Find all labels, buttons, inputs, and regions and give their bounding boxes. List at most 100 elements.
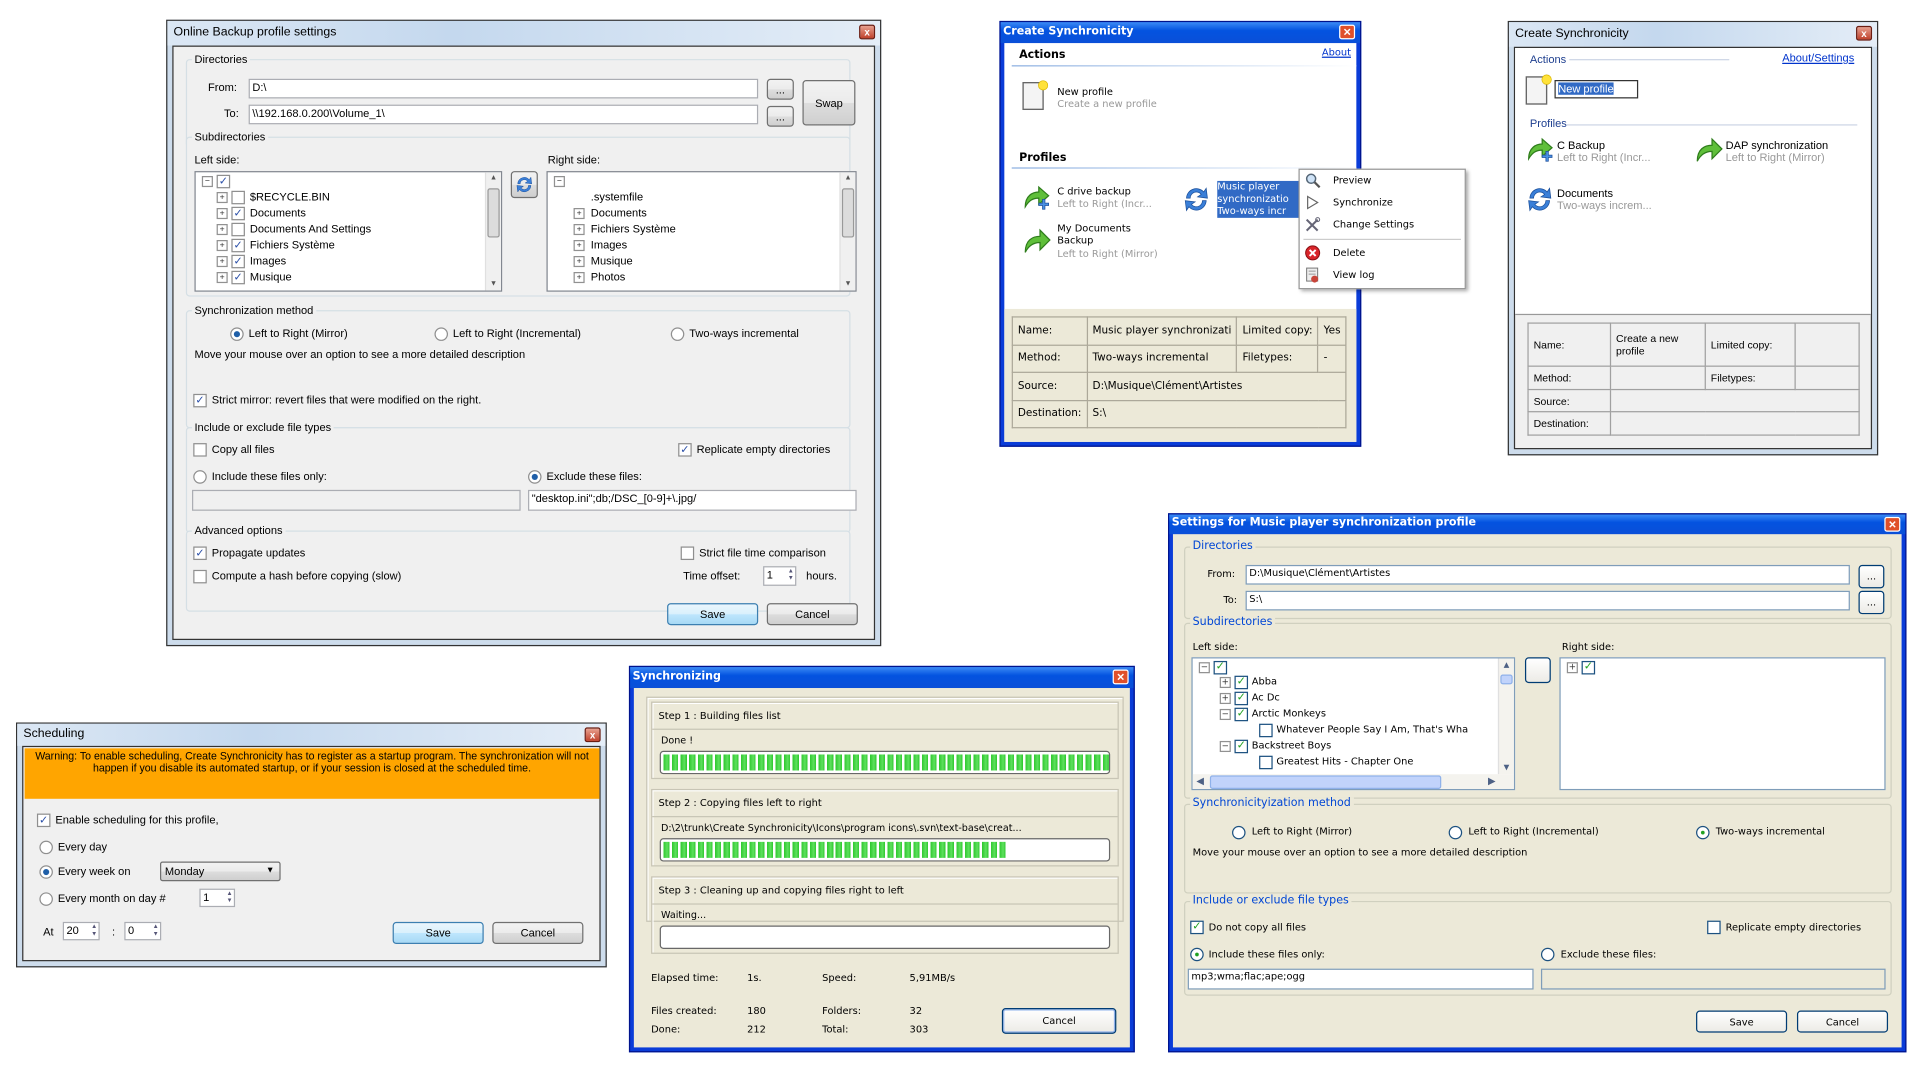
- exclude-radio[interactable]: [1540, 947, 1555, 962]
- hash-checkbox[interactable]: [193, 569, 207, 584]
- tree-item-label[interactable]: .systemfile: [591, 191, 643, 203]
- cancel-button[interactable]: Cancel: [492, 921, 584, 945]
- replicate-checkbox[interactable]: [1707, 920, 1721, 935]
- new-profile-item[interactable]: New profile Create a new profile: [1022, 80, 1268, 114]
- expand-icon[interactable]: +: [573, 240, 585, 252]
- expand-icon[interactable]: +: [573, 208, 585, 220]
- tree-item-label[interactable]: Documents: [591, 207, 647, 219]
- menu-item-delete[interactable]: Delete: [1300, 244, 1465, 264]
- expand-icon[interactable]: +: [573, 224, 585, 236]
- do-not-copy-all-checkbox[interactable]: [1190, 920, 1204, 935]
- include-radio[interactable]: [1190, 947, 1204, 962]
- include-input[interactable]: mp3;wma;flac;ape;ogg: [1187, 968, 1534, 990]
- hour-spinner[interactable]: 20 ▲ ▼: [62, 921, 100, 941]
- browse-to-button[interactable]: ...: [766, 105, 794, 127]
- expand-icon[interactable]: +: [216, 192, 228, 204]
- new-profile-name-input[interactable]: New profile: [1554, 80, 1639, 99]
- every-week-radio[interactable]: [39, 865, 53, 879]
- save-button[interactable]: Save: [1696, 1010, 1788, 1033]
- include-input[interactable]: [192, 489, 521, 511]
- from-input[interactable]: D:\Musique\Clément\Artistes: [1245, 564, 1850, 585]
- every-day-radio[interactable]: [39, 840, 53, 855]
- two-ways-radio[interactable]: [1696, 825, 1710, 840]
- tree-item-label[interactable]: Images: [591, 239, 627, 251]
- expand-icon[interactable]: +: [216, 272, 228, 284]
- mirror-radio[interactable]: [230, 327, 244, 341]
- every-month-radio[interactable]: [39, 892, 53, 906]
- root-checkbox[interactable]: [1581, 660, 1596, 675]
- strict-time-checkbox[interactable]: [680, 546, 695, 561]
- tree-item-label[interactable]: Documents And Settings: [250, 223, 371, 235]
- close-icon[interactable]: ✕: [1112, 669, 1129, 685]
- tree-item-label[interactable]: Fichiers Système: [250, 239, 335, 251]
- strict-mirror-checkbox[interactable]: [193, 393, 207, 408]
- folder-checkbox[interactable]: [231, 254, 245, 269]
- tree-item-label[interactable]: Documents: [250, 207, 306, 219]
- expand-icon[interactable]: +: [573, 272, 585, 284]
- to-input[interactable]: \\192.168.0.200\Volume_1\: [248, 104, 759, 125]
- close-icon[interactable]: ✕: [1339, 24, 1356, 40]
- about-link[interactable]: About: [1322, 47, 1351, 58]
- folder-checkbox[interactable]: [231, 190, 245, 205]
- cancel-button[interactable]: Cancel: [766, 603, 858, 626]
- close-icon[interactable]: x: [584, 727, 601, 743]
- minute-spinner[interactable]: 0 ▲ ▼: [124, 921, 162, 941]
- propagate-checkbox[interactable]: [193, 546, 207, 561]
- folder-checkbox[interactable]: [231, 270, 245, 285]
- profile-documents[interactable]: Documents Two-ways increm...: [1525, 185, 1679, 217]
- folder-checkbox[interactable]: [1234, 707, 1249, 722]
- root-checkbox[interactable]: [216, 174, 231, 189]
- horizontal-scrollbar[interactable]: ◀ ▶: [1192, 774, 1514, 789]
- about-settings-link[interactable]: About/Settings: [1782, 52, 1854, 64]
- menu-item-synchronize[interactable]: Synchronize: [1300, 193, 1465, 213]
- close-icon[interactable]: x: [1856, 25, 1873, 41]
- expand-icon[interactable]: +: [1219, 676, 1231, 689]
- save-button[interactable]: Save: [667, 603, 759, 626]
- collapse-icon[interactable]: −: [553, 176, 565, 188]
- folder-checkbox[interactable]: [1234, 739, 1249, 754]
- include-radio[interactable]: [193, 470, 207, 484]
- spinner-arrows-icon[interactable]: ▲ ▼: [227, 890, 233, 905]
- close-icon[interactable]: ✕: [1884, 516, 1901, 532]
- expand-icon[interactable]: +: [573, 256, 585, 268]
- tree-item-label[interactable]: Ac Dc: [1252, 692, 1280, 703]
- folder-checkbox[interactable]: [231, 206, 245, 221]
- tree-item-label[interactable]: Musique: [250, 271, 292, 283]
- profile-c-drive-backup[interactable]: C drive backup Left to Right (Incr...: [1022, 182, 1176, 216]
- collapse-icon[interactable]: −: [1198, 662, 1210, 674]
- enable-scheduling-checkbox[interactable]: [36, 813, 51, 828]
- tree-item-label[interactable]: $RECYCLE.BIN: [250, 191, 330, 203]
- incremental-radio[interactable]: [1448, 825, 1463, 840]
- tree-item-label[interactable]: Images: [250, 255, 286, 267]
- root-checkbox[interactable]: [1213, 660, 1228, 675]
- folder-checkbox[interactable]: [231, 238, 245, 253]
- browse-from-button[interactable]: ...: [1858, 564, 1885, 589]
- collapse-icon[interactable]: −: [1219, 708, 1231, 721]
- right-tree[interactable]: +: [1559, 657, 1886, 791]
- scroll-left-icon[interactable]: ◀: [1196, 775, 1204, 786]
- expand-icon[interactable]: +: [1566, 662, 1578, 674]
- spinner-arrows-icon[interactable]: ▲ ▼: [91, 923, 97, 938]
- expand-icon[interactable]: +: [216, 208, 228, 220]
- right-tree[interactable]: − .systemfile + Documents + Fichiers Système…: [546, 171, 857, 292]
- spinner-arrows-icon[interactable]: ▲ ▼: [788, 567, 794, 582]
- incremental-radio[interactable]: [434, 327, 449, 341]
- collapse-icon[interactable]: −: [1219, 740, 1231, 753]
- folder-checkbox[interactable]: [231, 222, 245, 237]
- folder-checkbox[interactable]: [1234, 691, 1249, 706]
- cancel-button[interactable]: Cancel: [1001, 1008, 1117, 1034]
- left-tree[interactable]: − + $RECYCLE.BIN + Documents + Documents And …: [194, 171, 503, 292]
- tree-item-label[interactable]: Abba: [1252, 676, 1277, 687]
- expand-icon[interactable]: +: [1219, 692, 1231, 705]
- weekday-dropdown[interactable]: Monday ▼: [160, 861, 281, 882]
- menu-item-preview[interactable]: Preview: [1300, 171, 1465, 191]
- tree-item-label[interactable]: Photos: [591, 271, 626, 283]
- folder-checkbox[interactable]: [1259, 723, 1273, 738]
- exclude-input[interactable]: "desktop.ini";db;/DSC_[0-9]+\.jpg/: [528, 489, 857, 511]
- tree-item-label[interactable]: Greatest Hits - Chapter One: [1276, 756, 1413, 767]
- from-input[interactable]: D:\: [248, 78, 759, 99]
- profile-my-documents[interactable]: My Documents Backup Left to Right (Mirro…: [1022, 223, 1176, 267]
- vertical-scrollbar[interactable]: ▲ ▼: [839, 172, 856, 291]
- browse-from-button[interactable]: ...: [766, 78, 794, 100]
- save-button[interactable]: Save: [392, 921, 484, 945]
